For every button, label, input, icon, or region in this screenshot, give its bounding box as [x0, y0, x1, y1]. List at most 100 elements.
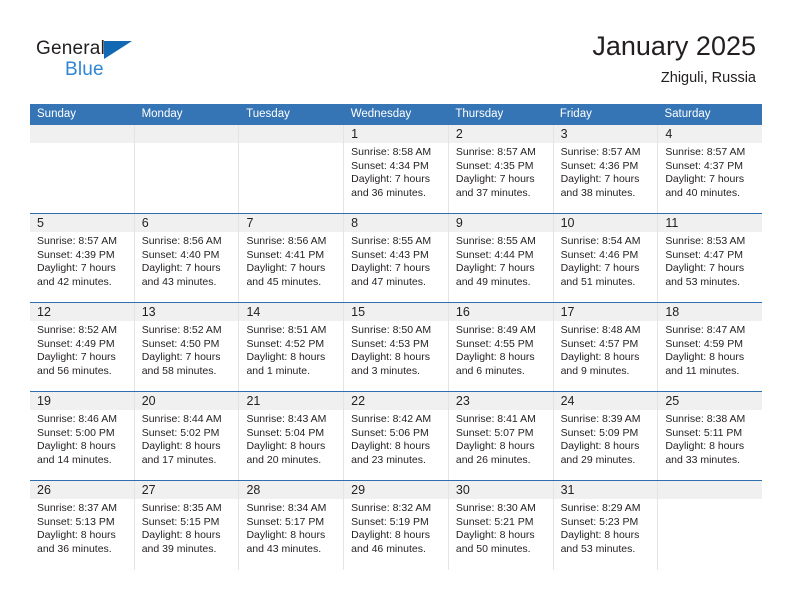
- sunset-text: Sunset: 5:17 PM: [246, 515, 325, 528]
- calendar-day-cell[interactable]: 4 Sunrise: 8:57 AM Sunset: 4:37 PM Daylight…: [658, 125, 763, 213]
- calendar-day-cell[interactable]: 12 Sunrise: 8:52 AM Sunset: 4:49 PM Dayligh…: [30, 303, 135, 391]
- sunset-text: Sunset: 4:50 PM: [141, 337, 220, 350]
- calendar-day-cell[interactable]: 10 Sunrise: 8:54 AM Sunset: 4:46 PM Dayligh…: [553, 214, 659, 302]
- weekday-header-friday: Friday: [559, 108, 592, 120]
- calendar-day-cell[interactable]: 24 Sunrise: 8:39 AM Sunset: 5:09 PM Dayligh…: [553, 392, 659, 480]
- triangle-icon: [104, 41, 132, 59]
- daylight-text-line1: Daylight: 7 hours: [560, 262, 640, 275]
- calendar-day-cell[interactable]: 25 Sunrise: 8:38 AM Sunset: 5:11 PM Dayligh…: [658, 392, 763, 480]
- calendar-day-cell[interactable]: 15 Sunrise: 8:50 AM Sunset: 4:53 PM Dayligh…: [344, 303, 449, 391]
- day-details: Sunrise: 8:51 AM Sunset: 4:52 PM Daylight:…: [239, 321, 343, 378]
- calendar-day-cell-empty: [658, 481, 763, 570]
- day-details: Sunrise: 8:55 AM Sunset: 4:43 PM Daylight:…: [344, 232, 448, 289]
- day-number-band: 8: [344, 214, 448, 232]
- day-number: 1: [351, 127, 359, 141]
- calendar-day-cell[interactable]: 9 Sunrise: 8:55 AM Sunset: 4:44 PM Daylight…: [448, 214, 554, 302]
- day-details: Sunrise: 8:55 AM Sunset: 4:44 PM Daylight:…: [449, 232, 553, 289]
- calendar-day-cell[interactable]: 3 Sunrise: 8:57 AM Sunset: 4:36 PM Daylight…: [553, 125, 659, 213]
- day-number-band: 1: [344, 125, 448, 143]
- calendar-day-cell[interactable]: 23 Sunrise: 8:41 AM Sunset: 5:07 PM Dayligh…: [448, 392, 554, 480]
- sunrise-text: Sunrise: 8:57 AM: [37, 235, 117, 247]
- page-header: General Blue January 2025 Zhiguli, Russi…: [0, 0, 792, 100]
- weekday-header-sunday: Sunday: [37, 108, 77, 120]
- day-details: Sunrise: 8:42 AM Sunset: 5:06 PM Daylight:…: [344, 410, 448, 467]
- day-number-band: 9: [448, 214, 553, 232]
- sunset-text: Sunset: 4:40 PM: [141, 248, 220, 261]
- calendar-day-cell[interactable]: 2 Sunrise: 8:57 AM Sunset: 4:35 PM Daylight…: [448, 125, 554, 213]
- calendar-day-cell[interactable]: 14 Sunrise: 8:51 AM Sunset: 4:52 PM Dayligh…: [239, 303, 345, 391]
- day-details: Sunrise: 8:43 AM Sunset: 5:04 PM Daylight:…: [239, 410, 343, 467]
- daylight-text-line1: Daylight: 8 hours: [665, 351, 745, 364]
- daylight-text-line1: Daylight: 8 hours: [351, 529, 430, 542]
- general-blue-logo[interactable]: General Blue: [36, 38, 166, 84]
- calendar-day-cell[interactable]: 22 Sunrise: 8:42 AM Sunset: 5:06 PM Dayligh…: [344, 392, 449, 480]
- sunrise-text: Sunrise: 8:57 AM: [455, 146, 536, 158]
- calendar-day-cell[interactable]: 8 Sunrise: 8:55 AM Sunset: 4:43 PM Daylight…: [344, 214, 449, 302]
- calendar-day-cell[interactable]: 16 Sunrise: 8:49 AM Sunset: 4:55 PM Dayligh…: [448, 303, 554, 391]
- daylight-text-line1: Daylight: 8 hours: [455, 440, 535, 453]
- daylight-text-line2: and 43 minutes.: [246, 542, 322, 555]
- day-details: Sunrise: 8:35 AM Sunset: 5:15 PM Daylight:…: [135, 499, 239, 556]
- daylight-text-line2: and 42 minutes.: [37, 275, 112, 288]
- day-number-band: 30: [448, 481, 553, 499]
- calendar-day-cell[interactable]: 20 Sunrise: 8:44 AM Sunset: 5:02 PM Dayligh…: [134, 392, 240, 480]
- daylight-text-line2: and 29 minutes.: [560, 453, 636, 466]
- daylight-text-line2: and 9 minutes.: [560, 364, 630, 377]
- sunset-text: Sunset: 4:41 PM: [246, 248, 325, 261]
- calendar-day-cell[interactable]: 30 Sunrise: 8:30 AM Sunset: 5:21 PM Dayligh…: [448, 481, 554, 570]
- daylight-text-line1: Daylight: 8 hours: [455, 351, 535, 364]
- sunrise-text: Sunrise: 8:37 AM: [37, 502, 117, 514]
- sunset-text: Sunset: 5:23 PM: [560, 515, 639, 528]
- sunrise-text: Sunrise: 8:34 AM: [246, 502, 327, 514]
- daylight-text-line1: Daylight: 7 hours: [560, 173, 640, 186]
- day-number: 2: [455, 127, 463, 141]
- calendar-day-cell[interactable]: 17 Sunrise: 8:48 AM Sunset: 4:57 PM Dayligh…: [553, 303, 659, 391]
- weekday-header-wednesday: Wednesday: [350, 108, 412, 120]
- day-number-band: 11: [658, 214, 763, 232]
- calendar-day-cell[interactable]: 21 Sunrise: 8:43 AM Sunset: 5:04 PM Dayligh…: [239, 392, 345, 480]
- sunset-text: Sunset: 4:44 PM: [455, 248, 534, 261]
- calendar-day-cell[interactable]: 18 Sunrise: 8:47 AM Sunset: 4:59 PM Dayligh…: [658, 303, 763, 391]
- calendar-day-cell[interactable]: 26 Sunrise: 8:37 AM Sunset: 5:13 PM Dayligh…: [30, 481, 135, 570]
- day-number-band: 25: [658, 392, 763, 410]
- sunset-text: Sunset: 4:46 PM: [560, 248, 639, 261]
- sunrise-text: Sunrise: 8:55 AM: [351, 235, 432, 247]
- calendar-day-cell[interactable]: 29 Sunrise: 8:32 AM Sunset: 5:19 PM Dayligh…: [344, 481, 449, 570]
- day-number-band: 6: [134, 214, 239, 232]
- page-title: January 2025: [592, 31, 756, 61]
- day-number: 15: [351, 305, 366, 319]
- sunrise-text: Sunrise: 8:57 AM: [665, 146, 746, 158]
- calendar-day-cell[interactable]: 6 Sunrise: 8:56 AM Sunset: 4:40 PM Daylight…: [134, 214, 240, 302]
- calendar-page: General Blue January 2025 Zhiguli, Russi…: [0, 0, 792, 612]
- calendar-day-cell[interactable]: 28 Sunrise: 8:34 AM Sunset: 5:17 PM Dayligh…: [239, 481, 345, 570]
- daylight-text-line2: and 1 minute.: [246, 364, 311, 377]
- daylight-text-line1: Daylight: 8 hours: [455, 529, 535, 542]
- daylight-text-line2: and 38 minutes.: [560, 186, 636, 199]
- calendar-day-cell[interactable]: 31 Sunrise: 8:29 AM Sunset: 5:23 PM Dayligh…: [553, 481, 659, 570]
- daylight-text-line2: and 40 minutes.: [665, 186, 741, 199]
- day-number: 10: [560, 216, 575, 230]
- calendar-day-cell[interactable]: 1 Sunrise: 8:58 AM Sunset: 4:34 PM Daylight…: [344, 125, 449, 213]
- calendar-day-cell[interactable]: 27 Sunrise: 8:35 AM Sunset: 5:15 PM Dayligh…: [134, 481, 240, 570]
- day-number: 14: [246, 305, 261, 319]
- sunset-text: Sunset: 5:09 PM: [560, 426, 639, 439]
- calendar-day-cell[interactable]: 11 Sunrise: 8:53 AM Sunset: 4:47 PM Dayligh…: [658, 214, 763, 302]
- sunrise-text: Sunrise: 8:56 AM: [246, 235, 327, 247]
- sunset-text: Sunset: 5:00 PM: [37, 426, 115, 439]
- day-number-band: 20: [134, 392, 239, 410]
- daylight-text-line1: Daylight: 7 hours: [455, 262, 535, 275]
- daylight-text-line2: and 39 minutes.: [141, 542, 217, 555]
- weekday-header-tuesday: Tuesday: [246, 108, 290, 120]
- calendar-day-cell[interactable]: 13 Sunrise: 8:52 AM Sunset: 4:50 PM Dayligh…: [134, 303, 240, 391]
- calendar-day-cell[interactable]: 5 Sunrise: 8:57 AM Sunset: 4:39 PM Daylight…: [30, 214, 135, 302]
- daylight-text-line2: and 23 minutes.: [351, 453, 426, 466]
- day-number-band: 18: [658, 303, 763, 321]
- daylight-text-line1: Daylight: 8 hours: [665, 440, 745, 453]
- calendar-day-cell[interactable]: 7 Sunrise: 8:56 AM Sunset: 4:41 PM Daylight…: [239, 214, 345, 302]
- day-number-band: 15: [344, 303, 448, 321]
- day-details: Sunrise: 8:49 AM Sunset: 4:55 PM Daylight:…: [449, 321, 553, 378]
- day-details: Sunrise: 8:50 AM Sunset: 4:53 PM Daylight:…: [344, 321, 448, 378]
- calendar-day-cell[interactable]: 19 Sunrise: 8:46 AM Sunset: 5:00 PM Dayligh…: [30, 392, 135, 480]
- sunset-text: Sunset: 5:21 PM: [455, 515, 534, 528]
- day-details: Sunrise: 8:53 AM Sunset: 4:47 PM Daylight:…: [658, 232, 762, 289]
